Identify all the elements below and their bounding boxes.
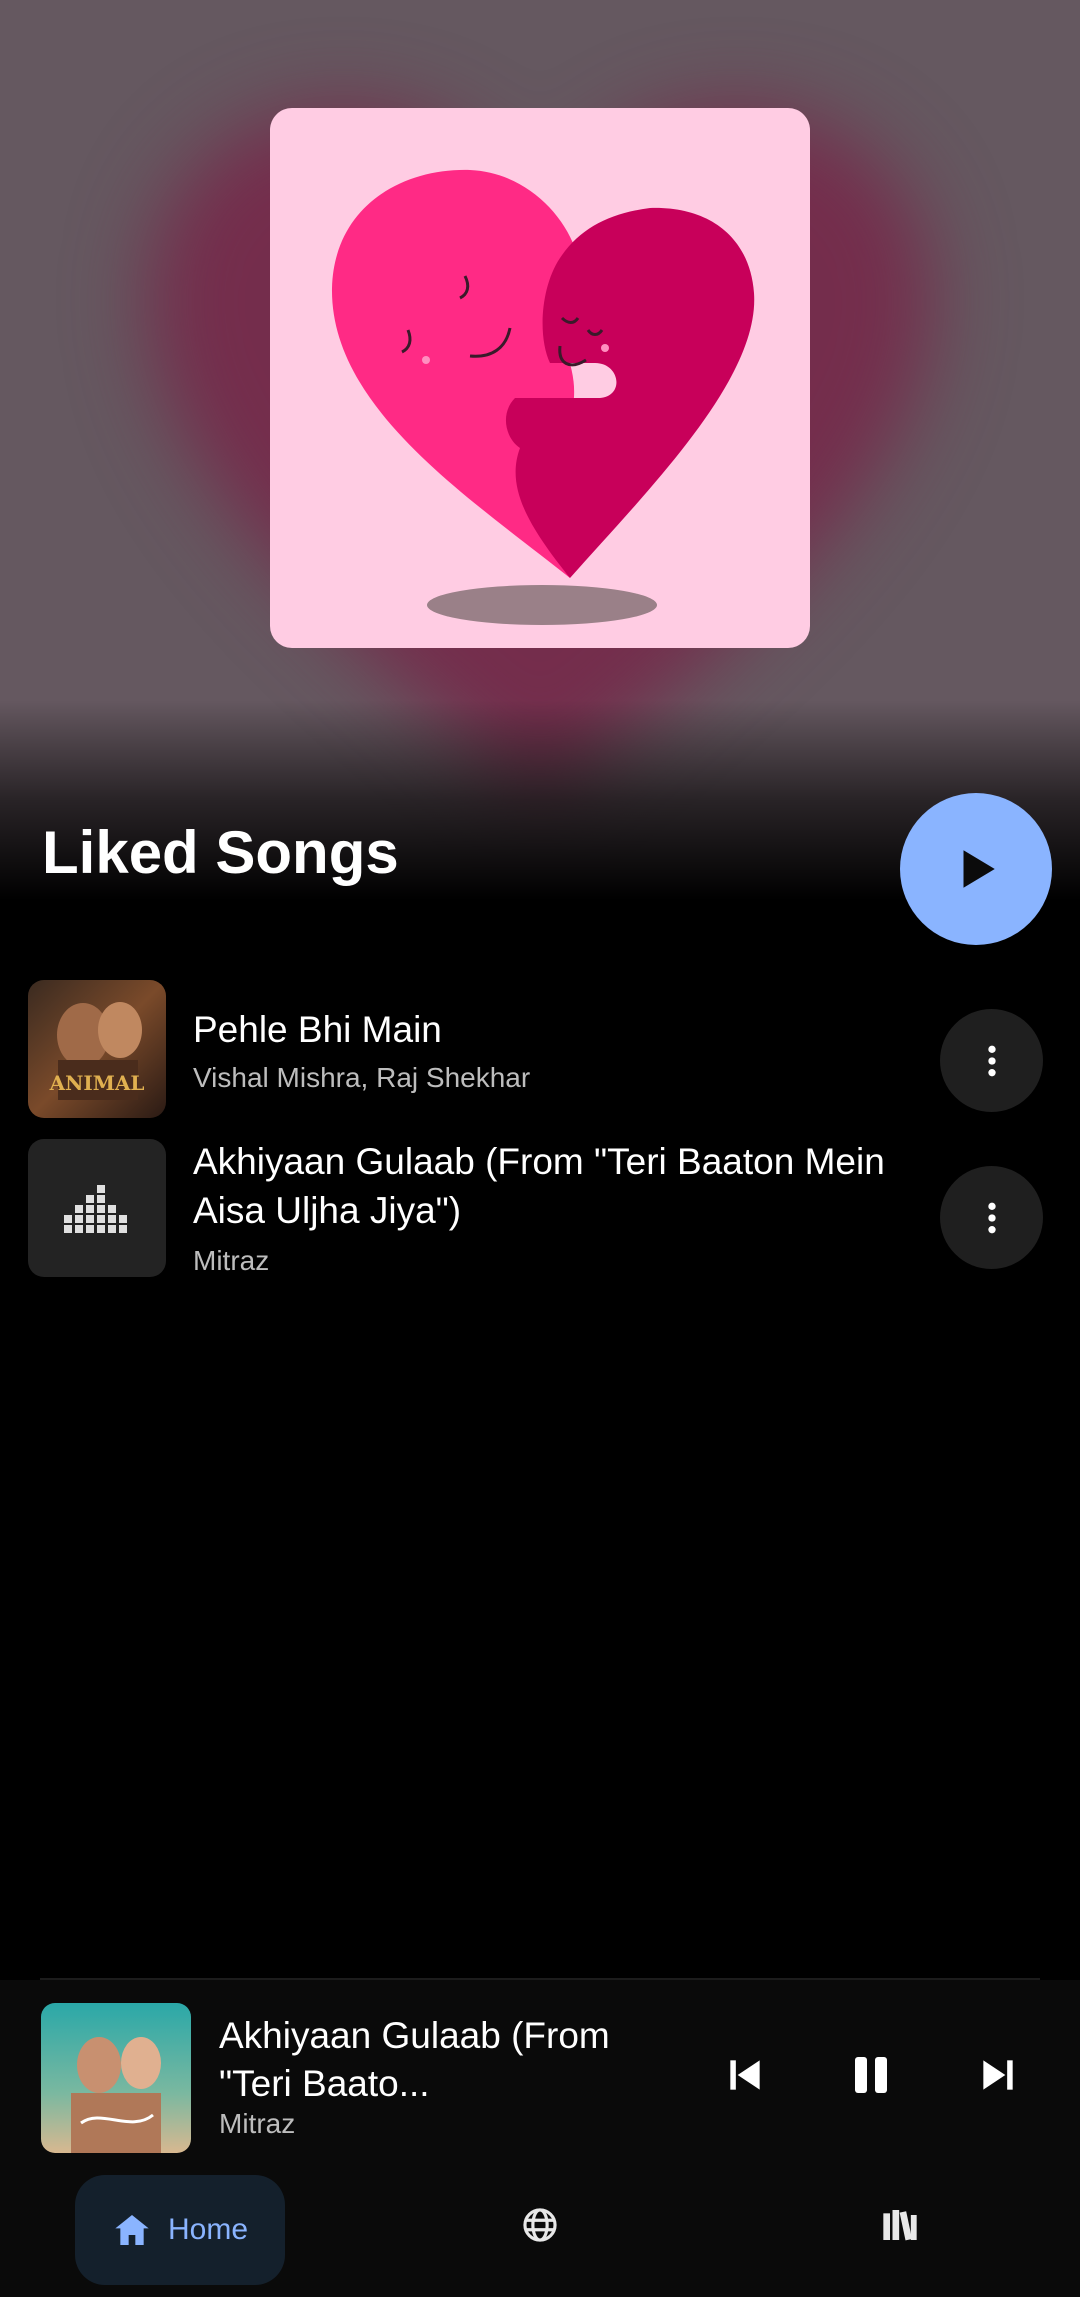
page-title: Liked Songs [42, 819, 399, 886]
nav-home[interactable]: Home [75, 2175, 285, 2285]
nav-home-label: Home [167, 2213, 249, 2246]
skip-next-button[interactable] [953, 2030, 1043, 2120]
mini-player[interactable]: Akhiyaan Gulaab (From "Teri Baato... Mit… [0, 1980, 1080, 2165]
pause-button[interactable] [826, 2030, 916, 2120]
song-artwork: ANIMAL [28, 980, 166, 1118]
skip-next-icon [983, 2060, 1013, 2090]
song-artwork-placeholder [28, 1139, 166, 1277]
nav-library[interactable] [870, 2195, 930, 2255]
playlist-cover [270, 108, 810, 648]
song-artist: Mitraz [193, 1245, 270, 1276]
svg-text:ANIMAL: ANIMAL [49, 1071, 145, 1095]
song-menu-button[interactable] [940, 1009, 1043, 1112]
play-all-button[interactable] [900, 793, 1052, 945]
now-playing-artwork [41, 2003, 191, 2153]
nav-explore[interactable] [510, 2195, 570, 2255]
hugging-heart-illustration [331, 169, 755, 625]
more-vert-icon [987, 1045, 996, 1076]
now-playing-title: Akhiyaan Gulaab (From "Teri Baato... [219, 2015, 610, 2104]
now-playing-artist: Mitraz [219, 2108, 296, 2139]
library-icon [883, 2210, 917, 2241]
globe-icon [523, 2208, 557, 2242]
skip-previous-icon [730, 2060, 760, 2090]
skip-previous-button[interactable] [700, 2030, 790, 2120]
bottom-navigation: Home [0, 2165, 1080, 2297]
home-icon [115, 2215, 149, 2245]
song-title: Akhiyaan Gulaab (From "Teri Baaton Mein … [193, 1141, 885, 1231]
song-artist: Vishal Mishra, Raj Shekhar [193, 1062, 531, 1093]
more-vert-icon [987, 1202, 996, 1233]
song-menu-button[interactable] [940, 1166, 1043, 1269]
equalizer-icon [64, 1185, 127, 1233]
play-icon [963, 850, 995, 888]
song-title: Pehle Bhi Main [193, 1009, 442, 1050]
pause-icon [855, 2057, 887, 2093]
